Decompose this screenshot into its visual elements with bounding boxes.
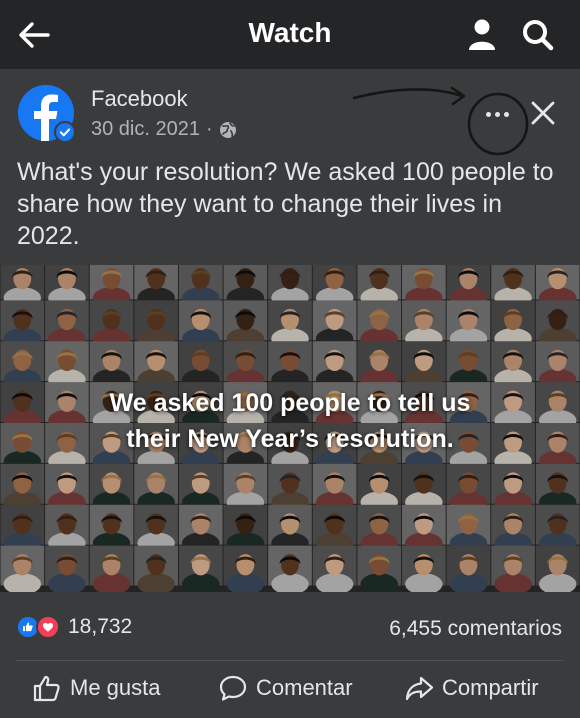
divider <box>16 660 564 661</box>
reactions-summary[interactable]: 18,732 <box>16 615 132 639</box>
comment-button[interactable]: Comentar <box>218 668 353 708</box>
close-icon[interactable] <box>528 98 558 128</box>
top-bar: Watch <box>0 0 580 70</box>
more-options-button[interactable] <box>480 102 514 126</box>
thumbs-up-icon <box>33 675 60 702</box>
globe-icon <box>219 121 236 138</box>
avatar[interactable] <box>18 85 76 143</box>
post-caption: What's your resolution? We asked 100 peo… <box>17 158 554 250</box>
reactions-count: 18,732 <box>68 615 133 638</box>
search-icon[interactable] <box>520 17 556 53</box>
profile-icon[interactable] <box>464 17 500 53</box>
video-thumbnail[interactable]: We asked 100 people to tell us their New… <box>0 265 580 592</box>
verified-badge-icon <box>54 121 76 143</box>
dot-icon <box>494 111 500 117</box>
meta-separator: · <box>205 118 213 140</box>
comment-label: Comentar <box>256 675 353 700</box>
post-actions: Me gusta Comentar Compartir <box>0 668 580 708</box>
video-title-line2: their New Year’s resolution. <box>126 425 454 453</box>
video-title-line1: We asked 100 people to tell us <box>109 389 471 417</box>
like-button[interactable]: Me gusta <box>32 668 161 708</box>
post-card: Facebook 30 dic. 2021 · What's your reso… <box>0 70 580 718</box>
post-author[interactable]: Facebook <box>91 86 188 112</box>
like-label: Me gusta <box>70 675 161 700</box>
reaction-icons <box>16 615 62 639</box>
post-date[interactable]: 30 dic. 2021 <box>91 118 200 141</box>
dot-icon <box>503 111 509 117</box>
post-meta: 30 dic. 2021 · <box>91 118 237 141</box>
dot-icon <box>485 111 491 117</box>
share-arrow-icon <box>405 676 434 701</box>
share-button[interactable]: Compartir <box>404 668 539 708</box>
share-label: Compartir <box>442 675 539 700</box>
love-reaction-icon <box>36 615 60 639</box>
comment-bubble-icon <box>219 675 247 701</box>
video-title: We asked 100 people to tell us their New… <box>0 385 580 457</box>
comments-count[interactable]: 6,455 comentarios <box>389 617 562 641</box>
watch-page: Watch Facebook 30 dic. 2021 · What's you… <box>0 0 580 718</box>
